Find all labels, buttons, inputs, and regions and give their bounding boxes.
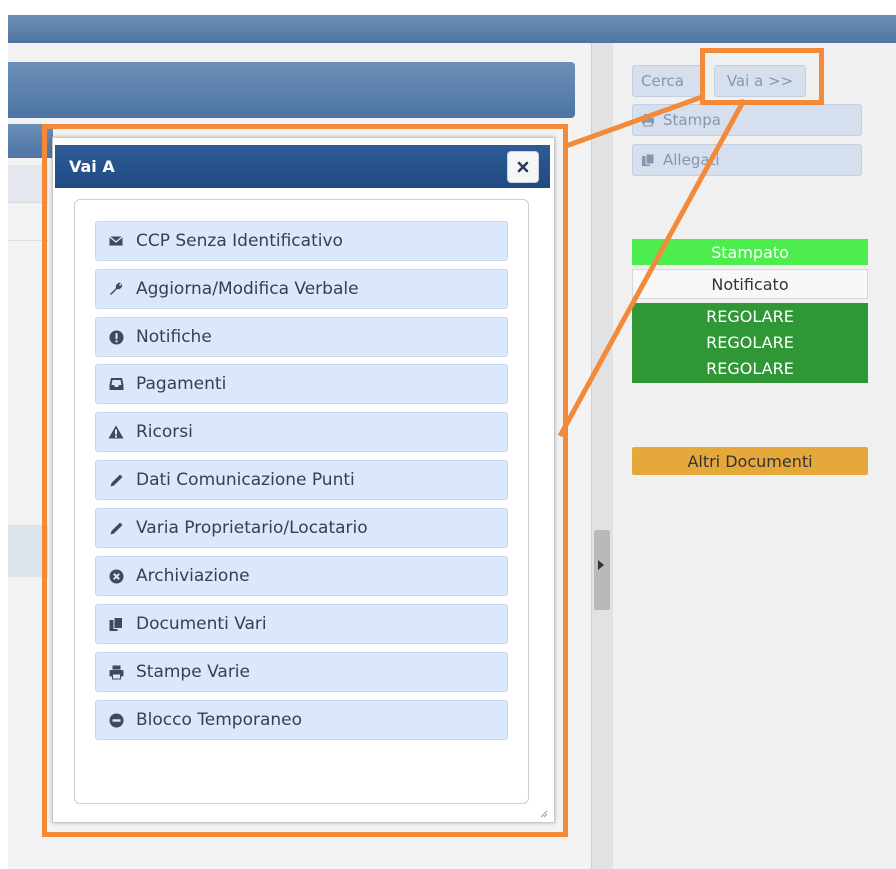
print-icon (642, 114, 654, 127)
highlight-frame-vai-a-button (700, 48, 824, 105)
splitter-handle[interactable] (594, 530, 610, 610)
files-icon (642, 153, 655, 166)
stampa-button[interactable]: Stampa (632, 104, 862, 136)
status-regolare-block: REGOLARE REGOLARE REGOLARE (632, 303, 868, 383)
status-stampato: Stampato (632, 239, 868, 265)
allegati-button[interactable]: Allegati (632, 144, 862, 176)
form-header-bar (8, 62, 575, 118)
stampa-button-label: Stampa (663, 111, 721, 129)
pane-splitter[interactable] (591, 43, 613, 869)
cerca-button-label: Cerca (641, 72, 684, 90)
altri-documenti-button[interactable]: Altri Documenti (632, 447, 868, 475)
status-notificato: Notificato (632, 269, 868, 299)
allegati-button-label: Allegati (663, 151, 720, 169)
status-regolare: REGOLARE (706, 333, 794, 352)
status-regolare: REGOLARE (706, 307, 794, 326)
status-regolare: REGOLARE (706, 359, 794, 378)
highlight-frame-dialog (42, 124, 568, 837)
expand-arrow-icon[interactable] (598, 560, 604, 570)
cerca-button[interactable]: Cerca (632, 65, 702, 97)
app-top-bar (8, 15, 896, 43)
